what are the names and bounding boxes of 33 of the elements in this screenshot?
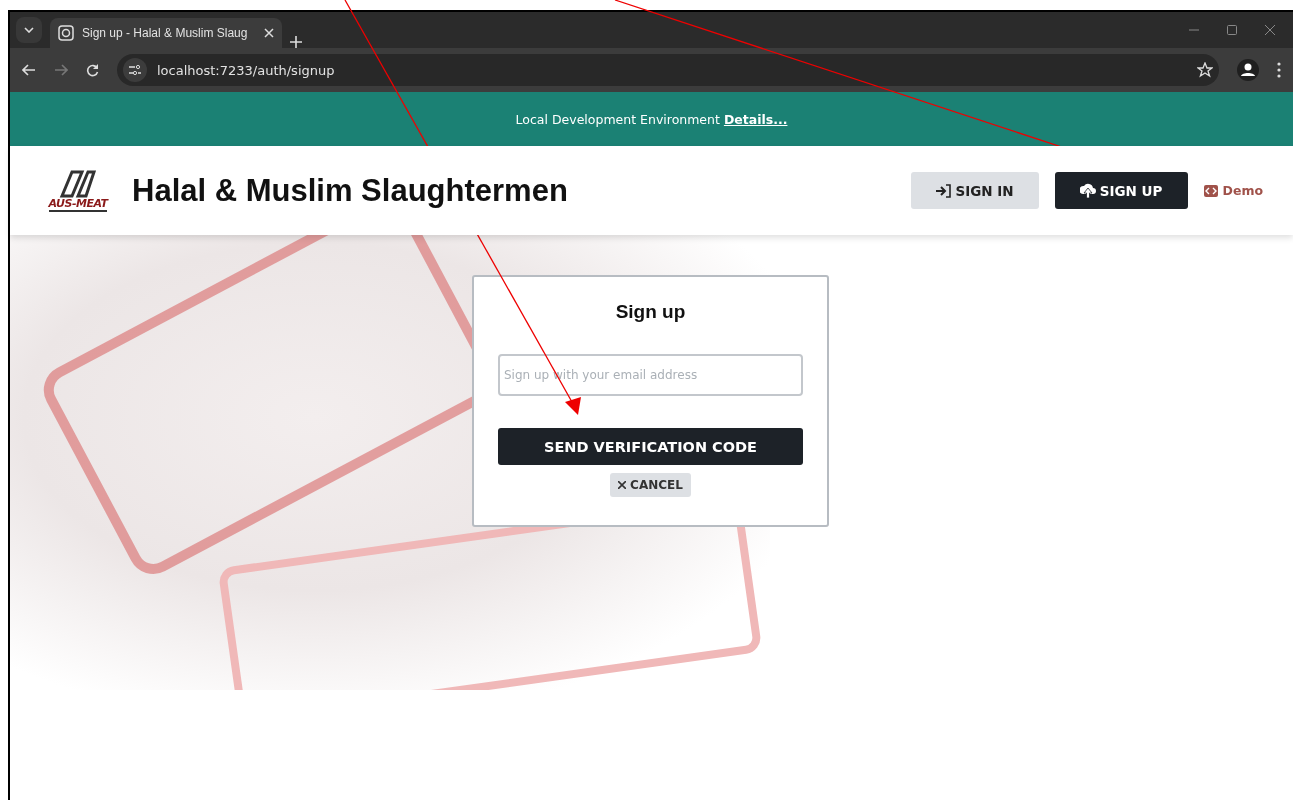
logo-text: AUS-MEAT <box>48 197 108 212</box>
sign-up-button[interactable]: SIGN UP <box>1054 172 1188 209</box>
chevron-down-icon <box>24 27 34 33</box>
site-title: Halal & Muslim Slaughtermen <box>132 172 568 209</box>
banner-text: Local Development Environment <box>515 111 720 127</box>
sign-in-button[interactable]: SIGN IN <box>910 172 1039 209</box>
site-settings-icon[interactable] <box>123 58 147 82</box>
maximize-icon[interactable] <box>1227 25 1237 35</box>
upload-icon <box>1079 182 1096 199</box>
site-logo[interactable]: AUS-MEAT <box>40 169 116 212</box>
star-icon[interactable] <box>1197 62 1213 78</box>
card-title: Sign up <box>615 301 686 323</box>
profile-icon[interactable] <box>1237 59 1259 81</box>
reload-icon[interactable] <box>86 63 99 77</box>
close-icon <box>618 481 627 489</box>
forward-icon[interactable] <box>54 64 68 76</box>
tab-list-button[interactable] <box>16 17 42 43</box>
site-favicon-icon <box>58 25 74 41</box>
sign-in-icon <box>935 183 952 198</box>
plus-icon[interactable] <box>290 36 302 48</box>
browser-tab[interactable]: Sign up - Halal & Muslim Slaug <box>50 18 282 48</box>
sliders-icon <box>129 65 141 75</box>
address-bar[interactable]: localhost:7233/auth/signup <box>117 54 1219 86</box>
details-link[interactable]: Details... <box>723 111 788 127</box>
url-text: localhost:7233/auth/signup <box>157 62 336 78</box>
send-code-button[interactable]: SEND VERIFICATION CODE <box>498 428 803 465</box>
back-icon[interactable] <box>22 64 36 76</box>
code-icon <box>1203 184 1218 197</box>
tab-title: Sign up - Halal & Muslim Slaug <box>82 26 249 40</box>
demo-link[interactable]: Demo <box>1203 183 1263 198</box>
close-icon[interactable] <box>1265 25 1275 35</box>
more-menu-icon[interactable] <box>1277 62 1281 78</box>
cancel-button[interactable]: CANCEL <box>610 473 691 497</box>
